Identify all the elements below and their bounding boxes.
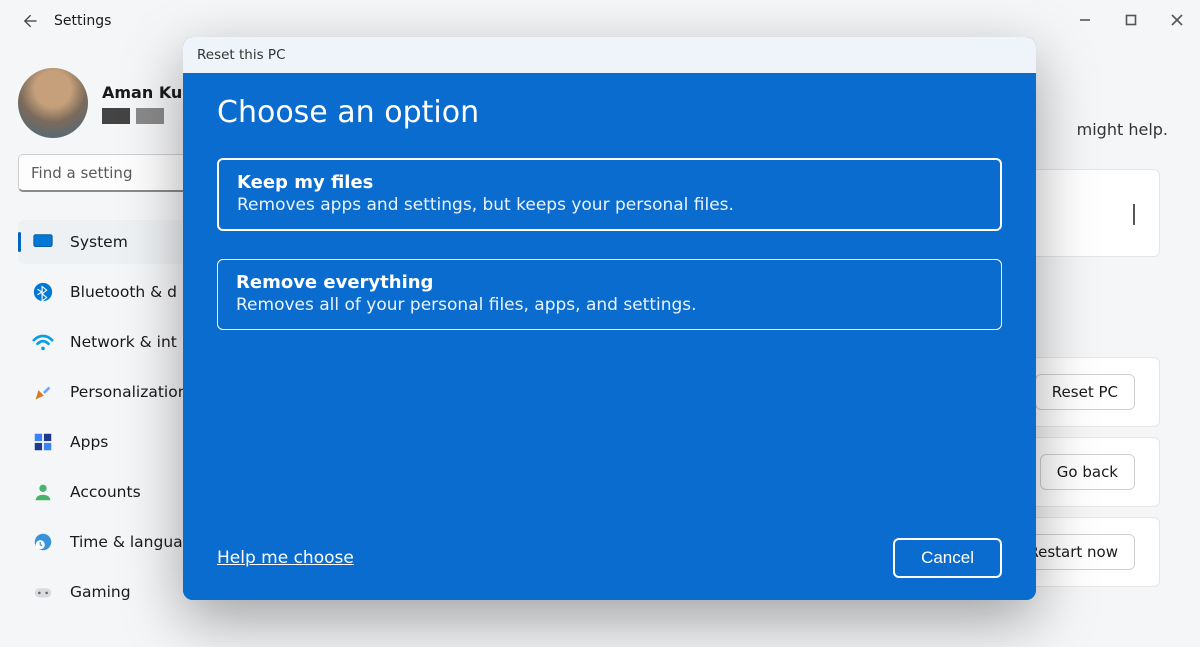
dialog-titlebar: Reset this PC — [183, 37, 1036, 73]
gaming-icon — [32, 581, 54, 603]
option-title: Remove everything — [236, 272, 983, 293]
reset-pc-button[interactable]: Reset PC — [1035, 374, 1135, 410]
option-description: Removes all of your personal files, apps… — [236, 295, 983, 315]
reset-pc-dialog: Reset this PC Choose an option Keep my f… — [183, 37, 1036, 600]
bluetooth-icon — [32, 281, 54, 303]
option-remove-everything[interactable]: Remove everything Removes all of your pe… — [217, 259, 1002, 330]
time-language-icon — [32, 531, 54, 553]
option-title: Keep my files — [237, 172, 982, 193]
close-button[interactable] — [1154, 5, 1200, 35]
top-bar: Settings — [18, 10, 111, 32]
sidebar-item-label: Gaming — [70, 583, 131, 601]
app-title: Settings — [54, 13, 111, 29]
system-icon — [32, 231, 54, 253]
sidebar-item-label: Personalization — [70, 383, 188, 401]
option-description: Removes apps and settings, but keeps you… — [237, 195, 982, 215]
back-button[interactable] — [18, 10, 40, 32]
user-sub — [102, 108, 190, 124]
maximize-button[interactable] — [1108, 5, 1154, 35]
dialog-footer: Help me choose Cancel — [217, 526, 1002, 578]
dialog-body: Choose an option Keep my files Removes a… — [183, 73, 1036, 600]
network-icon — [32, 331, 54, 353]
sidebar-item-label: Accounts — [70, 483, 141, 501]
minimize-button[interactable] — [1062, 5, 1108, 35]
sidebar-item-label: Bluetooth & d — [70, 283, 177, 301]
accounts-icon — [32, 481, 54, 503]
sidebar-item-label: Time & langua — [70, 533, 183, 551]
window-caption-bar — [0, 0, 1200, 40]
sidebar-item-label: Apps — [70, 433, 108, 451]
dialog-heading: Choose an option — [217, 95, 1002, 130]
user-name: Aman Kur — [102, 83, 190, 102]
sidebar-item-label: Network & int — [70, 333, 177, 351]
personalization-icon — [32, 381, 54, 403]
cancel-button[interactable]: Cancel — [893, 538, 1002, 578]
option-keep-my-files[interactable]: Keep my files Removes apps and settings,… — [217, 158, 1002, 231]
go-back-button[interactable]: Go back — [1040, 454, 1135, 490]
help-me-choose-link[interactable]: Help me choose — [217, 548, 354, 568]
placeholder-block — [136, 108, 164, 124]
chevron-right-icon — [1133, 204, 1135, 223]
avatar-image — [18, 68, 88, 138]
apps-icon — [32, 431, 54, 453]
search-placeholder-text: Find a setting — [31, 164, 132, 182]
dialog-title: Reset this PC — [197, 47, 286, 63]
sidebar-item-label: System — [70, 233, 128, 251]
placeholder-block — [102, 108, 130, 124]
